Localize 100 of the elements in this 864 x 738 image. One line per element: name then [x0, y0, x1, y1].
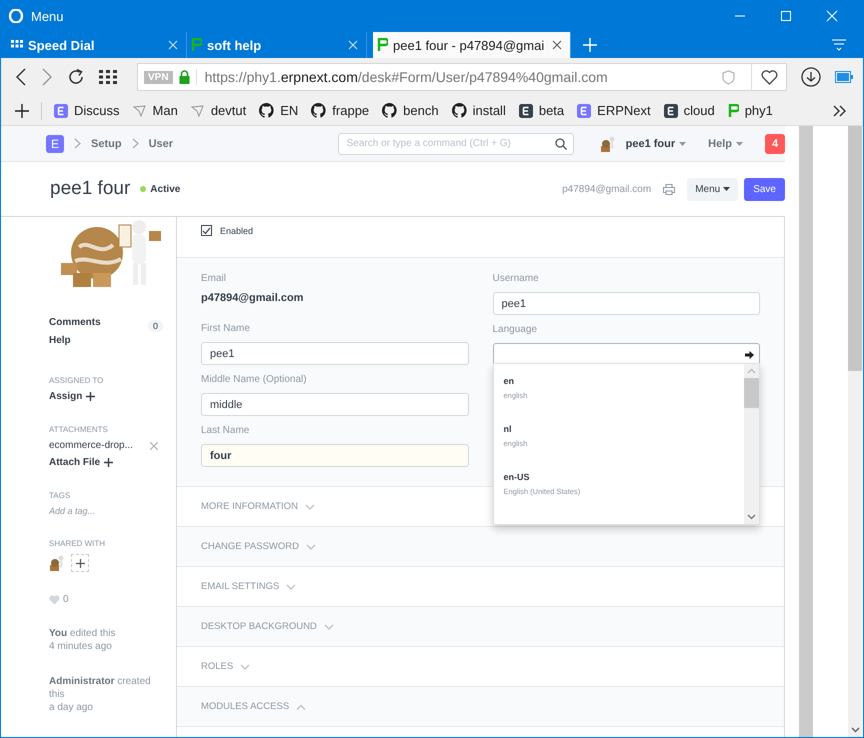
text-field[interactable]: middle	[201, 393, 468, 416]
chevron-right-icon	[74, 138, 81, 149]
field-label: Middle Name (Optional)	[201, 374, 308, 387]
user-menu[interactable]: pee1 four	[626, 138, 686, 150]
close-icon[interactable]	[826, 10, 838, 22]
field-label: First Name	[201, 323, 251, 336]
enabled-checkbox[interactable]	[201, 225, 212, 236]
user-email: p47894@gmail.com	[562, 184, 652, 194]
flag-icon	[191, 38, 202, 52]
lock-icon	[178, 70, 190, 84]
back-icon[interactable]	[15, 68, 27, 86]
window-title[interactable]: Menu	[31, 8, 64, 24]
email-value: p47894@gmail.com	[201, 292, 304, 306]
activity-time: a day ago	[49, 701, 94, 714]
battery-icon[interactable]	[835, 71, 853, 83]
caret-icon	[723, 187, 730, 191]
status-indicator: Active	[150, 184, 180, 194]
sidebar-link[interactable]: Comments	[49, 317, 101, 328]
forward-icon[interactable]	[41, 68, 53, 86]
caret-icon	[679, 142, 686, 146]
field-label: Language	[492, 324, 538, 337]
bookmark-link[interactable]: cloud	[664, 103, 715, 118]
opera-logo-icon	[9, 9, 23, 23]
url-text: https://phy1.erpnext.com/desk#Form/User/p47894%40gmail.com	[196, 69, 608, 85]
chevron-right-icon	[132, 138, 139, 149]
print-icon[interactable]	[663, 184, 676, 194]
help-menu[interactable]: Help	[708, 138, 743, 150]
text-field[interactable]: four	[201, 444, 468, 467]
octocat-icon	[311, 103, 326, 118]
activity-text: You edited this	[49, 627, 117, 640]
field-label: Email	[201, 273, 228, 286]
speed-dial-icon[interactable]	[99, 70, 117, 84]
plus-icon	[76, 558, 84, 568]
menu-button[interactable]: Menu	[687, 178, 738, 200]
maximize-icon[interactable]	[780, 10, 792, 22]
app-logo[interactable]: E	[46, 134, 64, 152]
scrollbar-thumb[interactable]	[848, 126, 862, 371]
more-bookmarks-icon[interactable]	[833, 104, 847, 116]
text-field[interactable]: pee1	[201, 342, 468, 365]
add-share-button[interactable]	[71, 554, 89, 572]
scrollbar-thumb[interactable]	[744, 378, 759, 408]
letter-e-icon	[577, 104, 592, 118]
flag-icon	[377, 38, 388, 52]
flag-icon	[728, 104, 739, 118]
section-heading: ASSIGNED TO	[49, 376, 104, 385]
reload-icon[interactable]	[67, 68, 85, 86]
arrow-right-icon	[745, 351, 754, 359]
browser-tab[interactable]: pee1 four - p47894@gmai	[373, 32, 571, 58]
plus-icon	[86, 392, 96, 401]
chevron-down-icon[interactable]	[850, 727, 860, 733]
attach-file-link[interactable]: Attach File	[49, 457, 114, 468]
breadcrumb-link[interactable]: Setup	[91, 138, 122, 150]
text-field[interactable]: pee1	[492, 292, 760, 315]
assign-link[interactable]: Assign	[49, 391, 96, 402]
save-button[interactable]: Save	[744, 178, 785, 200]
status-dot-icon	[140, 186, 146, 192]
bookmark-link[interactable]: Man	[132, 103, 178, 118]
address-field[interactable]: VPN https://phy1.erpnext.com/desk#Form/User/p47894%40gmail.com	[137, 63, 787, 91]
letter-e-icon	[54, 104, 68, 118]
letter-e-icon	[664, 104, 678, 118]
letter-e-icon	[518, 104, 533, 118]
sidebar-link[interactable]: Help	[49, 335, 71, 346]
section-heading: TAGS	[49, 491, 72, 500]
shield-icon[interactable]	[722, 70, 735, 84]
download-icon[interactable]	[801, 67, 821, 87]
bookmark-link[interactable]: bench	[382, 103, 439, 118]
bookmark-link[interactable]: phy1	[728, 103, 773, 118]
dropdown-scrollbar[interactable]	[744, 364, 759, 524]
octocat-icon	[452, 103, 467, 118]
caret-icon	[736, 142, 743, 146]
breadcrumb-link[interactable]: User	[148, 138, 174, 150]
octocat-icon	[259, 103, 274, 118]
remove-icon[interactable]	[150, 442, 158, 450]
bookmark-link[interactable]: frappe	[311, 103, 370, 118]
add-bookmark-icon[interactable]	[15, 104, 29, 118]
activity-time: 4 minutes ago	[49, 640, 113, 653]
plus-icon	[104, 458, 114, 467]
octocat-icon	[382, 103, 398, 118]
new-tab-icon[interactable]	[583, 38, 597, 52]
field-label: Username	[492, 273, 540, 286]
close-tab-icon[interactable]	[552, 40, 562, 50]
bookmark-link[interactable]: ERPNext	[577, 103, 651, 118]
search-icon	[554, 138, 567, 150]
chevron-down-icon[interactable]	[747, 514, 756, 520]
bookmark-link[interactable]: install	[452, 103, 506, 118]
field-label: Last Name	[201, 425, 250, 438]
bookmark-link[interactable]: Discuss	[54, 103, 120, 118]
page-title: pee1 four	[50, 178, 130, 200]
bookmark-link[interactable]: devtut	[190, 103, 246, 118]
page-scrollbar[interactable]	[848, 126, 862, 737]
bookmark-link[interactable]: EN	[259, 103, 298, 118]
attachment-link[interactable]: ecommerce-drop...	[49, 440, 133, 451]
section-heading: SHARED WITH	[49, 539, 106, 548]
search-field[interactable]: Search or type a command (Ctrl + G)	[338, 132, 574, 154]
like-count: 0	[63, 594, 69, 605]
bookmark-link[interactable]: beta	[518, 103, 564, 118]
tab-menu-icon[interactable]	[832, 39, 846, 51]
checkbox-label: Enabled	[220, 226, 254, 236]
section-heading: ATTACHMENTS	[49, 425, 109, 434]
comment-count: 0	[148, 320, 163, 332]
